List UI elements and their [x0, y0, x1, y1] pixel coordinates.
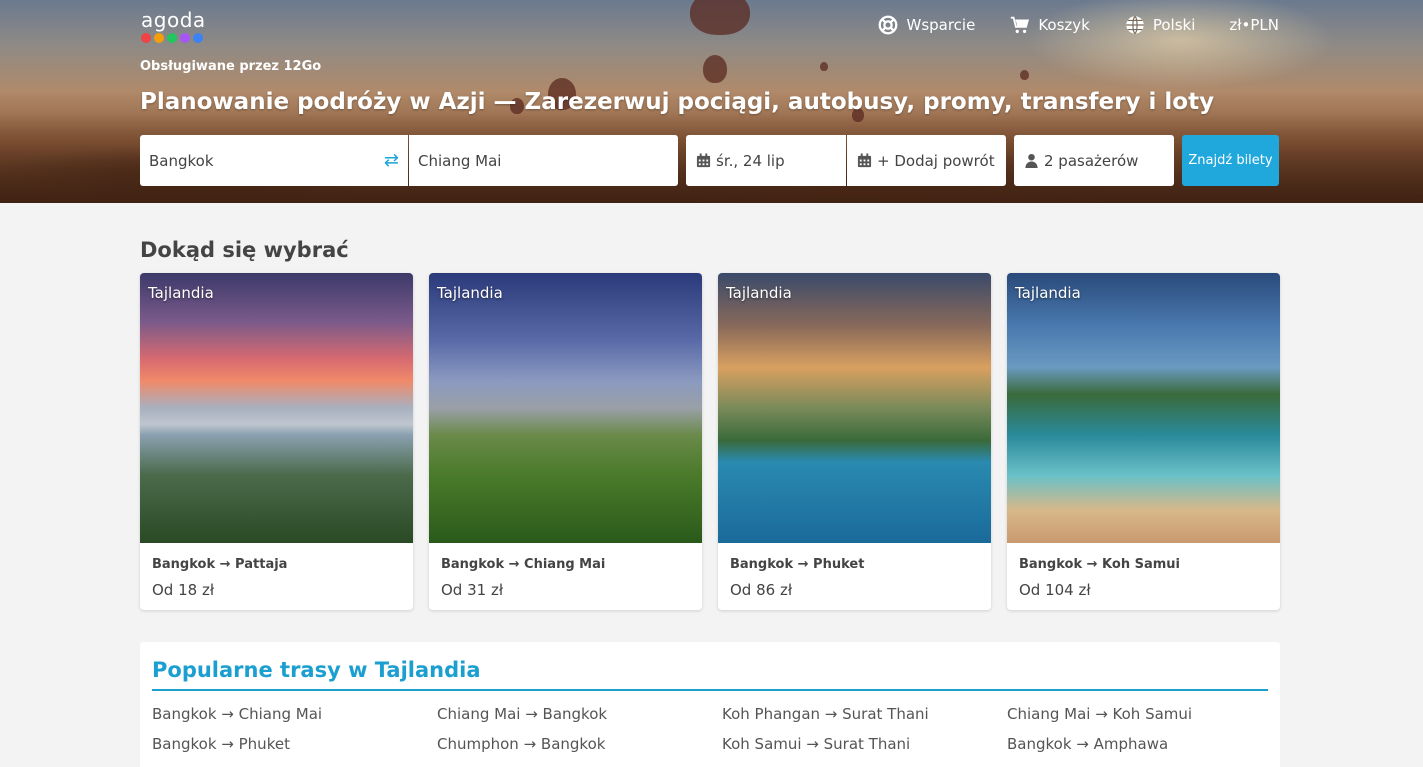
- date-value: śr., 24 lip: [716, 151, 785, 170]
- card-country: Tajlandia: [437, 284, 503, 302]
- logo-dot: [167, 33, 177, 43]
- popular-routes-title: Popularne trasy w Tajlandia: [152, 658, 481, 682]
- nav-language-label: Polski: [1152, 16, 1196, 34]
- route-link[interactable]: Bangkok → Phuket: [152, 735, 437, 753]
- card-route: Bangkok → Pattaja: [152, 557, 288, 572]
- card-route: Bangkok → Chiang Mai: [441, 557, 606, 572]
- card-price: Od 104 zł: [1019, 581, 1091, 599]
- to-field[interactable]: Chiang Mai: [409, 135, 678, 186]
- route-link[interactable]: Bangkok → Chiang Mai: [152, 705, 437, 723]
- balloon-decoration: [820, 62, 828, 71]
- nav-support[interactable]: Wsparcie: [877, 14, 975, 36]
- page-headline: Planowanie podróży w Azji — Zarezerwuj p…: [140, 89, 1215, 115]
- logo-dot: [193, 33, 203, 43]
- return-value: + Dodaj powrót: [877, 151, 995, 170]
- destination-image: Tajlandia: [718, 273, 991, 543]
- logo-text: agoda: [141, 8, 206, 32]
- card-country: Tajlandia: [148, 284, 214, 302]
- destination-card-chiang-mai[interactable]: Tajlandia Bangkok → Chiang Mai Od 31 zł: [429, 273, 702, 610]
- card-price: Od 86 zł: [730, 581, 793, 599]
- nav-currency[interactable]: zł•PLN: [1229, 16, 1279, 34]
- top-nav: Wsparcie Koszyk Polski zł•PLN: [877, 14, 1279, 36]
- from-value: Bangkok: [149, 151, 214, 170]
- destinations-title: Dokąd się wybrać: [140, 238, 349, 262]
- person-icon: [1025, 153, 1038, 168]
- nav-currency-label: zł•PLN: [1229, 16, 1279, 34]
- passengers-value: 2 pasażerów: [1044, 151, 1139, 170]
- title-underline: [152, 689, 1268, 691]
- nav-support-label: Wsparcie: [906, 16, 976, 34]
- route-link[interactable]: Chiang Mai → Bangkok: [437, 705, 722, 723]
- route-link[interactable]: Chiang Mai → Koh Samui: [1007, 705, 1292, 723]
- to-value: Chiang Mai: [418, 151, 502, 170]
- nav-cart-label: Koszyk: [1038, 16, 1090, 34]
- calendar-icon: [696, 153, 711, 168]
- from-field[interactable]: Bangkok ⇄: [140, 135, 408, 186]
- card-price: Od 31 zł: [441, 581, 504, 599]
- hero-banner: agoda Obsługiwane przez 12Go Wsparcie Ko…: [0, 0, 1423, 203]
- powered-by-text: Obsługiwane przez 12Go: [140, 59, 322, 74]
- cart-icon: [1011, 16, 1030, 34]
- globe-icon: [1126, 15, 1144, 35]
- search-bar: Bangkok ⇄ Chiang Mai śr., 24 lip + Dodaj…: [140, 135, 1279, 186]
- logo-dot: [141, 33, 151, 43]
- destination-image: Tajlandia: [1007, 273, 1280, 543]
- destination-cards: Tajlandia Bangkok → Pattaja Od 18 zł Taj…: [140, 273, 1280, 610]
- logo-dots: [141, 33, 206, 43]
- lifebuoy-icon: [879, 15, 898, 35]
- date-field[interactable]: śr., 24 lip: [686, 135, 846, 186]
- route-link[interactable]: Koh Phangan → Surat Thani: [722, 705, 1007, 723]
- destination-card-pattaya[interactable]: Tajlandia Bangkok → Pattaja Od 18 zł: [140, 273, 413, 610]
- balloon-decoration: [1020, 70, 1029, 80]
- balloon-decoration: [690, 0, 750, 35]
- balloon-decoration: [703, 55, 727, 83]
- destination-image: Tajlandia: [140, 273, 413, 543]
- logo-dot: [154, 33, 164, 43]
- route-link[interactable]: Bangkok → Amphawa: [1007, 735, 1292, 753]
- destination-image: Tajlandia: [429, 273, 702, 543]
- nav-language[interactable]: Polski: [1124, 14, 1196, 36]
- destination-card-koh-samui[interactable]: Tajlandia Bangkok → Koh Samui Od 104 zł: [1007, 273, 1280, 610]
- card-price: Od 18 zł: [152, 581, 215, 599]
- calendar-icon: [857, 153, 872, 168]
- popular-routes-panel: Popularne trasy w Tajlandia Bangkok → Ch…: [140, 642, 1280, 767]
- route-link[interactable]: Koh Samui → Surat Thani: [722, 735, 1007, 753]
- popular-routes-list: Bangkok → Chiang Mai Chiang Mai → Bangko…: [152, 705, 1292, 753]
- find-tickets-button[interactable]: Znajdź bilety: [1182, 135, 1279, 186]
- route-link[interactable]: Chumphon → Bangkok: [437, 735, 722, 753]
- card-country: Tajlandia: [726, 284, 792, 302]
- destination-card-phuket[interactable]: Tajlandia Bangkok → Phuket Od 86 zł: [718, 273, 991, 610]
- agoda-logo[interactable]: agoda: [141, 8, 206, 43]
- passengers-field[interactable]: 2 pasażerów: [1014, 135, 1174, 186]
- card-route: Bangkok → Phuket: [730, 557, 865, 572]
- swap-icon[interactable]: ⇄: [384, 150, 399, 171]
- card-route: Bangkok → Koh Samui: [1019, 557, 1181, 572]
- card-country: Tajlandia: [1015, 284, 1081, 302]
- logo-dot: [180, 33, 190, 43]
- nav-cart[interactable]: Koszyk: [1009, 14, 1090, 36]
- return-date-field[interactable]: + Dodaj powrót: [847, 135, 1006, 186]
